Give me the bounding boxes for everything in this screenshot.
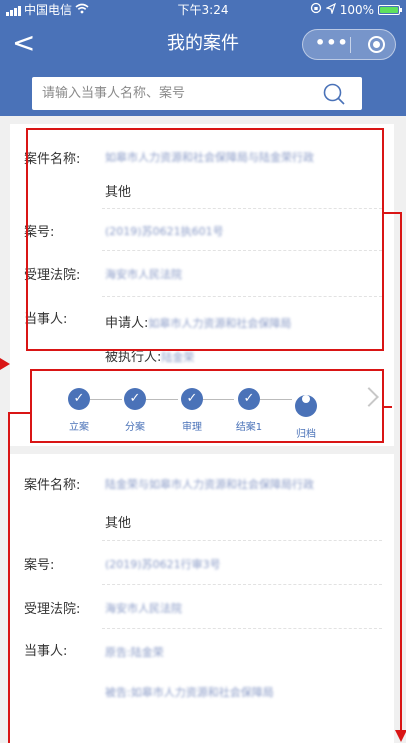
party-label: 当事人:	[24, 644, 68, 659]
case-type-row: 其他	[10, 510, 380, 540]
step-label: 归档	[296, 429, 316, 440]
court-label: 受理法院:	[24, 602, 81, 617]
check-icon: ✓	[68, 388, 90, 410]
court-label: 受理法院:	[24, 268, 81, 283]
applicant-line: 申请人:如皋市人力资源和社会保障局	[105, 312, 291, 331]
party-row: 当事人: 原告:陆金荣	[10, 636, 380, 666]
case-name-value: 陆金荣与如皋市人力资源和社会保障局行政	[105, 478, 314, 491]
annotation-line	[8, 412, 30, 414]
status-right: 100%	[310, 0, 402, 20]
case-number-row: 案号: (2019)苏0621执601号	[10, 214, 380, 244]
lock-rotation-icon	[310, 0, 322, 20]
case-name-value: 如皋市人力资源和社会保障局与陆金荣行政	[105, 151, 314, 164]
case-number-row: 案号: (2019)苏0621行审3号	[10, 548, 380, 578]
arrow-marker-icon	[0, 358, 10, 370]
case-card[interactable]: 案件名称: 陆金荣与如皋市人力资源和社会保障局行政 其他 案号: (2019)苏…	[10, 454, 394, 743]
case-number-label: 案号:	[24, 225, 55, 240]
close-mini-program-icon[interactable]	[368, 36, 385, 53]
capsule-divider	[350, 37, 351, 53]
party-row-2: 被告:如皋市人力资源和社会保障局	[10, 676, 380, 706]
annotation-line	[8, 412, 10, 743]
case-type-value: 其他	[105, 185, 132, 200]
respondent-value: 陆金荣	[161, 351, 195, 364]
step-trial: ✓ 审理	[162, 388, 222, 433]
case-name-row: 案件名称: 如皋市人力资源和社会保障局与陆金荣行政	[10, 124, 380, 179]
step-label: 立案	[69, 422, 89, 433]
row-divider	[102, 540, 382, 541]
location-icon	[324, 0, 336, 20]
case-name-label: 案件名称:	[24, 478, 81, 493]
check-icon: ✓	[124, 388, 146, 410]
step-assign: ✓ 分案	[105, 388, 165, 433]
battery-icon	[378, 5, 402, 15]
nav-bar: < 我的案件 •••	[0, 22, 406, 66]
search-input[interactable]	[32, 77, 332, 110]
mini-program-capsule: •••	[302, 29, 396, 60]
row-divider	[102, 584, 382, 585]
more-menu-button[interactable]: •••	[315, 33, 349, 52]
app-header: 中国电信 下午3:24 100% < 我的案件 •••	[0, 0, 406, 116]
search-bar	[32, 77, 362, 110]
party-line-2: 被告:如皋市人力资源和社会保障局	[105, 686, 274, 699]
respondent-line: 被执行人:陆金荣	[105, 346, 194, 365]
party-line-1: 原告:陆金荣	[105, 646, 164, 659]
case-name-row: 案件名称: 陆金荣与如皋市人力资源和社会保障局行政	[10, 454, 380, 494]
court-row: 受理法院: 海安市人民法院	[10, 258, 380, 288]
case-number-label: 案号:	[24, 558, 55, 573]
applicant-prefix: 申请人:	[105, 316, 149, 331]
court-row: 受理法院: 海安市人民法院	[10, 592, 380, 622]
annotation-line	[400, 212, 402, 739]
annotation-line	[384, 406, 392, 408]
applicant-value: 如皋市人力资源和社会保障局	[148, 317, 292, 330]
case-number-value: (2019)苏0621执601号	[105, 225, 224, 238]
step-close: ✓ 结案1	[219, 388, 279, 433]
check-icon: ✓	[181, 388, 203, 410]
respondent-row: 被执行人:陆金荣	[10, 342, 380, 368]
step-label: 结案1	[235, 422, 263, 433]
party-label: 当事人:	[24, 312, 68, 327]
status-bar: 中国电信 下午3:24 100%	[0, 0, 406, 20]
row-divider	[102, 296, 382, 297]
step-label: 审理	[182, 422, 202, 433]
court-value: 海安市人民法院	[105, 268, 182, 281]
row-divider	[102, 208, 382, 209]
current-step-icon	[295, 395, 317, 417]
row-divider	[102, 628, 382, 629]
court-value: 海安市人民法院	[105, 602, 182, 615]
row-divider	[102, 250, 382, 251]
case-number-value: (2019)苏0621行审3号	[105, 558, 221, 571]
case-type-value: 其他	[105, 516, 132, 531]
respondent-prefix: 被执行人:	[105, 350, 162, 365]
search-icon[interactable]	[322, 82, 346, 106]
case-progress-steps[interactable]: ✓ 立案 ✓ 分案 ✓ 审理 ✓ 结案1 归档	[10, 368, 394, 446]
chevron-right-icon[interactable]	[359, 387, 379, 407]
check-icon: ✓	[238, 388, 260, 410]
step-label: 分案	[125, 422, 145, 433]
arrow-down-icon	[395, 730, 406, 742]
case-name-label: 案件名称:	[24, 152, 81, 167]
step-archive: 归档	[276, 388, 336, 440]
party-row: 当事人: 申请人:如皋市人力资源和社会保障局	[10, 304, 380, 334]
case-type-row: 其他	[10, 179, 380, 209]
battery-percent: 100%	[339, 3, 374, 17]
step-filing: ✓ 立案	[49, 388, 109, 433]
